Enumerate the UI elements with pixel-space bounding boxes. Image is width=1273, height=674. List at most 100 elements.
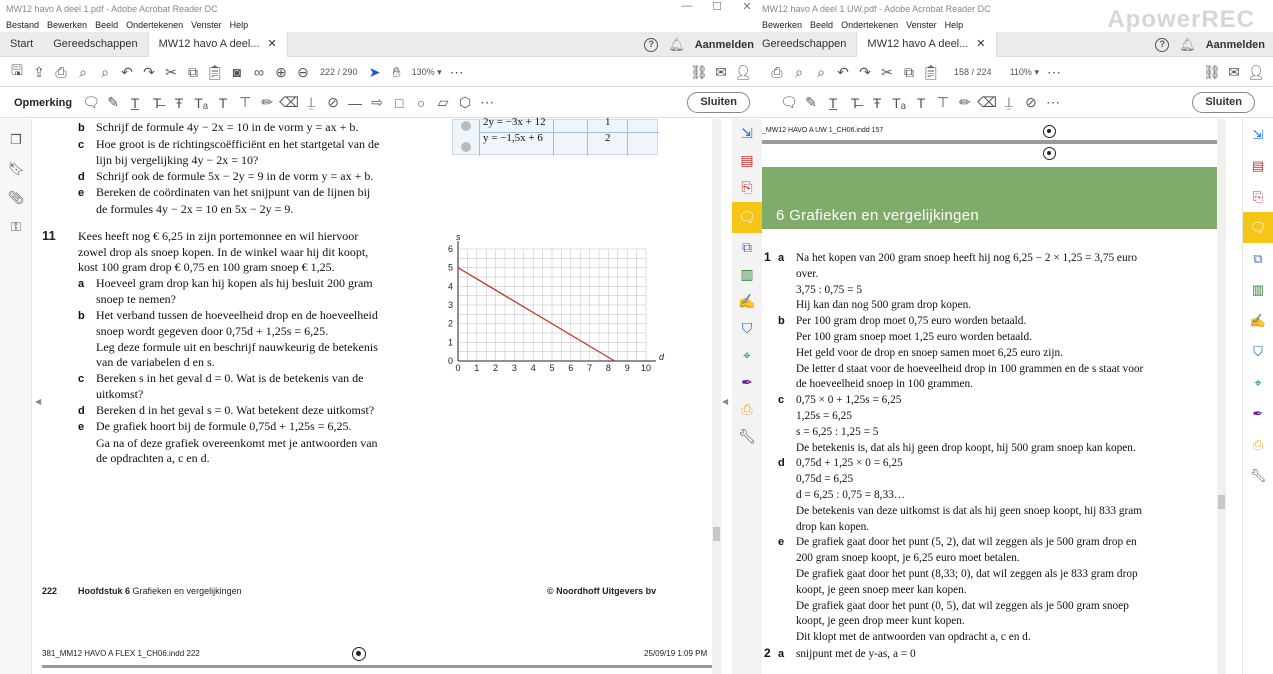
polygon-icon[interactable]: ⬡ — [454, 94, 476, 111]
sign-icon[interactable]: ✒ — [732, 374, 762, 391]
underline-text-icon[interactable]: T̲ — [124, 95, 146, 111]
upload-icon[interactable]: ⇪ — [28, 64, 50, 81]
redo-icon[interactable]: ↷ — [854, 64, 876, 81]
sign-icon[interactable]: ✒ — [1243, 398, 1273, 429]
select-cursor-icon[interactable]: ➤ — [364, 64, 386, 81]
highlight-icon[interactable]: ✎ — [102, 94, 124, 111]
search-icon[interactable]: ⌕ — [72, 64, 94, 81]
replace-text-icon[interactable]: Ŧ — [866, 95, 888, 111]
binoculars-icon[interactable]: ∞ — [248, 64, 270, 80]
cut-icon[interactable]: ✂ — [160, 64, 182, 81]
search-document-icon[interactable]: ⌕ — [810, 64, 832, 81]
pencil-icon[interactable]: ✏ — [954, 94, 976, 111]
copy-icon[interactable]: ⧉ — [182, 64, 204, 81]
combine-files-icon[interactable]: ⧉ — [732, 239, 762, 256]
fill-sign-icon[interactable]: ✍ — [1243, 305, 1273, 336]
more-comment-tools-icon[interactable]: ⋯ — [476, 94, 498, 111]
line-icon[interactable]: — — [344, 95, 366, 111]
pages-thumbnail-icon[interactable]: ❐ — [0, 132, 32, 148]
export-pdf-icon[interactable]: ⇲ — [732, 125, 762, 142]
combine-files-icon[interactable]: ⧉ — [1243, 243, 1273, 274]
insert-text-icon[interactable]: Tₐ — [190, 95, 212, 111]
menu-bewerken[interactable]: Bewerken — [47, 20, 87, 30]
underline-text-icon[interactable]: T̲ — [822, 95, 844, 111]
link-icon[interactable]: ⛓ — [688, 64, 710, 81]
close-window-button[interactable]: ✕ — [732, 0, 762, 13]
page-number-input[interactable]: 158 / 224 — [942, 67, 998, 77]
paste-icon[interactable]: 📋︎ — [920, 64, 942, 81]
help-icon[interactable]: ? — [644, 37, 659, 52]
menu-beeld[interactable]: Beeld — [95, 20, 118, 30]
search-icon[interactable]: ⌕ — [788, 64, 810, 81]
scroll-thumb[interactable] — [713, 527, 720, 541]
zoom-select[interactable]: 130% ▾ — [408, 67, 446, 78]
eraser-icon[interactable]: ⌫ — [278, 94, 300, 111]
polygon-line-icon[interactable]: ▱ — [432, 94, 454, 111]
protect-icon[interactable]: ⛉ — [732, 320, 762, 337]
close-tab-icon[interactable]: ✕ — [976, 32, 985, 57]
save-icon[interactable]: 🖫 — [6, 60, 28, 84]
enhance-scan-icon[interactable]: ⌖ — [732, 347, 762, 364]
pencil-icon[interactable]: ✏ — [256, 94, 278, 111]
fill-sign-icon[interactable]: ✍ — [732, 293, 762, 310]
bookmark-icon[interactable]: 🔖︎ — [0, 161, 32, 177]
mail-icon[interactable]: ✉ — [710, 64, 732, 81]
organize-pages-icon[interactable]: ▥ — [732, 266, 762, 283]
tab-document[interactable]: MW12 havo A deel... ✕ — [147, 31, 288, 57]
attachment-icon[interactable]: 📎︎ — [0, 190, 32, 206]
left-scrollbar[interactable] — [712, 119, 721, 674]
protect-icon[interactable]: ⛉ — [1243, 336, 1273, 367]
right-scrollbar[interactable] — [1217, 119, 1226, 674]
more-tools-wrench-icon[interactable]: 🔧︎ — [732, 428, 762, 445]
hand-tool-icon[interactable]: ✋︎ — [386, 64, 408, 81]
scroll-thumb[interactable] — [1218, 495, 1225, 509]
ellipse-icon[interactable]: ○ — [410, 95, 432, 111]
stamp-icon[interactable]: ⍊ — [300, 94, 322, 111]
menu-beeld[interactable]: Beeld — [810, 20, 833, 30]
close-tab-icon[interactable]: ✕ — [268, 32, 277, 57]
help-icon[interactable]: ? — [1155, 37, 1170, 52]
rectangle-icon[interactable]: □ — [388, 95, 410, 111]
menu-bewerken[interactable]: Bewerken — [762, 20, 802, 30]
edit-pdf-icon[interactable]: ⎘ — [1243, 181, 1273, 212]
replace-text-icon[interactable]: Ŧ — [168, 95, 190, 111]
mail-icon[interactable]: ✉ — [1223, 64, 1245, 81]
copy-icon[interactable]: ⧉ — [898, 64, 920, 81]
strikethrough-icon[interactable]: T̶ — [844, 95, 866, 111]
bell-icon[interactable]: 🔔︎ — [668, 37, 685, 53]
text-icon[interactable]: T — [910, 95, 932, 111]
eraser-icon[interactable]: ⌫ — [976, 94, 998, 111]
tab-tools[interactable]: Gereedschappen — [43, 32, 147, 57]
text-icon[interactable]: T — [212, 95, 234, 111]
create-pdf-icon[interactable]: ▤ — [1243, 150, 1273, 181]
send-for-comments-icon[interactable]: ⎙ — [732, 401, 762, 418]
camera-icon[interactable]: ◙ — [226, 64, 248, 80]
tab-start[interactable]: Start — [0, 32, 43, 57]
more-tools-wrench-icon[interactable]: 🔧︎ — [1243, 460, 1273, 491]
menu-venster[interactable]: Venster — [191, 20, 222, 30]
send-for-comments-icon[interactable]: ⎙ — [1243, 429, 1273, 460]
enhance-scan-icon[interactable]: ⌖ — [1243, 367, 1273, 398]
export-pdf-icon[interactable]: ⇲ — [1243, 119, 1273, 150]
strikethrough-icon[interactable]: T̶ — [146, 95, 168, 111]
stamp-icon[interactable]: ⍊ — [998, 94, 1020, 111]
link-icon[interactable]: ⛓ — [1201, 64, 1223, 81]
edit-pdf-icon[interactable]: ⎘ — [732, 179, 762, 196]
undo-icon[interactable]: ↶ — [832, 64, 854, 81]
zoom-select[interactable]: 110% ▾ — [998, 67, 1043, 78]
more-tools-icon[interactable]: ⋯ — [446, 64, 468, 81]
print-icon[interactable]: ⎙ — [50, 64, 72, 81]
insert-text-icon[interactable]: Tₐ — [888, 95, 910, 111]
menu-help[interactable]: Help — [230, 20, 249, 30]
sticky-note-icon[interactable]: 🗨︎ — [80, 94, 102, 111]
tags-icon[interactable]: ⚿ — [0, 219, 32, 235]
arrow-icon[interactable]: ⇨ — [366, 94, 388, 111]
maximize-button[interactable]: ☐ — [702, 0, 732, 13]
print-icon[interactable]: ⎙ — [766, 64, 788, 81]
more-comment-tools-icon[interactable]: ⋯ — [1042, 94, 1064, 111]
prev-page-arrow-icon[interactable]: ◀ — [35, 397, 41, 406]
menu-ondertekenen[interactable]: Ondertekenen — [126, 20, 183, 30]
sign-in-button[interactable]: Aanmelden — [1206, 39, 1265, 51]
tab-document[interactable]: MW12 havo A deel... ✕ — [856, 31, 997, 57]
minimize-button[interactable]: — — [672, 0, 702, 13]
